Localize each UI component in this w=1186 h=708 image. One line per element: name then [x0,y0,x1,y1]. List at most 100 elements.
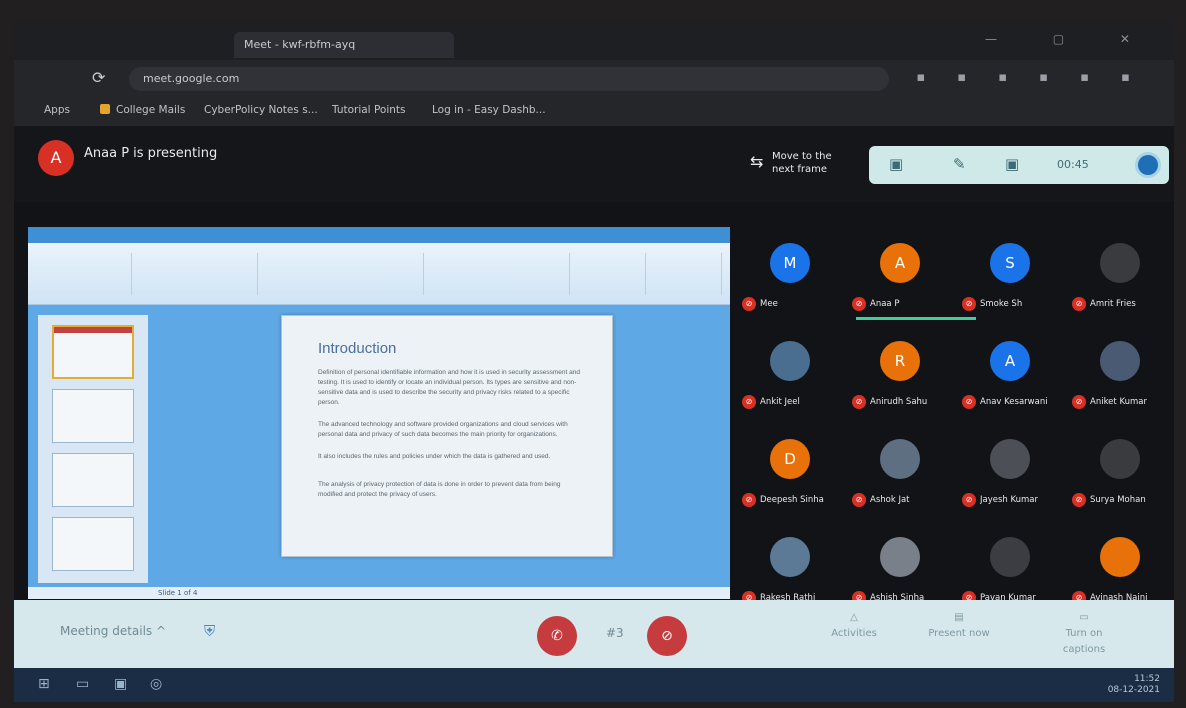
participant-name: Jayesh Kumar [980,495,1039,505]
mic-off-icon: ⊘ [962,493,976,507]
cc-icon: ▭ [1079,612,1089,623]
thumb-bar [54,327,132,333]
participant-tile[interactable]: ⊘ Aniket Kumar [1066,325,1174,421]
bookmark-college-mails[interactable]: College Mails [100,104,185,116]
tab-active[interactable]: Meet - kwf-rbfm-ayq [234,32,454,58]
participant-avatar: A [990,341,1030,381]
present-icon: ▤ [954,612,964,623]
participant-avatar [990,439,1030,479]
participant-name: Mee [760,299,778,309]
extensions-icons[interactable]: ▪ ▪ ▪ ▪ ▪ ▪ [916,70,1144,85]
participant-name: Ashok Jat [870,495,910,505]
windows-taskbar: ⊞ ▭ ▣ ◎ 11:52 08-12-2021 [14,668,1174,702]
participant-name: Smoke Sh [980,299,1023,309]
mic-off-icon: ⊘ [1072,297,1086,311]
timer-label: 00:45 [1057,158,1089,171]
participant-name: Ankit Jeel [760,397,800,407]
participant-name: Amrit Fries [1090,299,1136,309]
participant-avatar [770,537,810,577]
mic-off-icon: ⊘ [962,297,976,311]
presentation-controls: ▣ ✎ ▣ 00:45 [869,146,1169,184]
slide-thumb[interactable] [52,453,134,507]
move-frame-label[interactable]: Move to the next frame [772,150,832,176]
mic-off-icon: ⊘ [1072,395,1086,409]
tray-date: 08-12-2021 [1107,685,1160,695]
slide-bullet: The advanced technology and software pro… [318,421,568,438]
participant-tile[interactable]: M ⊘ Mee [736,227,844,323]
grid-icon[interactable]: ▣ [889,155,903,173]
mic-off-icon: ⊘ [1072,493,1086,507]
participant-tile[interactable]: S ⊘ Smoke Sh [956,227,1064,323]
mic-off-icon: ⊘ [852,395,866,409]
tray-time: 11:52 [1134,674,1160,684]
slide-thumb[interactable] [52,389,134,443]
participant-tile[interactable]: ⊘ Ankit Jeel [736,325,844,421]
slide-thumb[interactable] [52,325,134,379]
bookmark-login[interactable]: Log in - Easy Dashb... [432,104,546,116]
bookmark-tutorial-points[interactable]: Tutorial Points [332,104,405,116]
participant-avatar [1100,537,1140,577]
mic-off-icon: ⊘ [852,297,866,311]
participant-tile[interactable]: A ⊘ Anav Kesarwani [956,325,1064,421]
slide-bullet: It also includes the rules and policies … [318,453,551,460]
participant-avatar [1100,439,1140,479]
address-bar[interactable]: meet.google.com [129,67,889,91]
activities-icon: △ [850,612,858,623]
participant-grid: M ⊘ Mee A ⊘ Anaa P S ⊘ Smoke Sh ⊘ Amrit Fries ⊘ Anki… [736,227,1174,625]
ribbon-editing[interactable] [652,253,722,295]
participant-name: Anirudh Sahu [870,397,928,407]
present-now-button[interactable]: ▤ Present now [914,610,1004,642]
participant-tile[interactable]: ⊘ Jayesh Kumar [956,423,1064,519]
captions-button[interactable]: ▭ Turn on captions [1044,610,1124,658]
bookmark-apps[interactable]: Apps [44,104,70,116]
ribbon-font[interactable] [264,253,424,295]
participant-tile[interactable]: ⊘ Amrit Fries [1066,227,1174,323]
slide-title: Introduction [318,340,397,357]
activities-button[interactable]: △ Activities [824,610,884,642]
slide-bullet: Definition of personal identifiable info… [318,369,580,406]
window-controls[interactable]: — ▢ ✕ [985,32,1156,46]
participant-tile[interactable]: A ⊘ Anaa P [846,227,954,323]
participant-tile[interactable]: D ⊘ Deepesh Sinha [736,423,844,519]
leave-call-button[interactable]: ✆ [537,616,577,656]
bookmarks-bar: Apps College Mails CyberPolicy Notes s..… [14,96,1174,126]
shared-screen: Introduction Definition of personal iden… [28,227,730,599]
address-row: ⟳ meet.google.com ▪ ▪ ▪ ▪ ▪ ▪ [14,60,1174,96]
ribbon-paragraph[interactable] [430,253,570,295]
start-icon[interactable]: ⊞ [38,676,50,692]
mic-off-icon: ⊘ [962,395,976,409]
stop-presenting-button[interactable] [1135,152,1161,178]
participant-name: Aniket Kumar [1090,397,1147,407]
slide-thumb[interactable] [52,517,134,571]
participant-avatar: R [880,341,920,381]
chrome-icon[interactable]: ◎ [150,676,162,692]
taskview-icon[interactable]: ▭ [76,676,89,692]
explorer-icon[interactable]: ▣ [114,676,127,692]
browser-tab-bar: Meet - kwf-rbfm-ayq — ▢ ✕ [14,22,1174,60]
presenting-label: Anaa P is presenting [84,146,218,161]
camera-off-button[interactable]: ⊘ [647,616,687,656]
page-indicator: #3 [606,626,624,640]
powerpoint-titlebar [28,227,730,243]
mic-off-icon: ⊘ [742,493,756,507]
participant-tile[interactable]: ⊘ Surya Mohan [1066,423,1174,519]
meeting-details-button[interactable]: Meeting details ^ [60,624,166,638]
ribbon-slides[interactable] [138,253,258,295]
participant-tile[interactable]: R ⊘ Anirudh Sahu [846,325,954,421]
mic-off-icon: ⊘ [742,395,756,409]
move-frame-icon[interactable]: ⇆ [750,152,763,171]
mic-off-icon: ⊘ [742,297,756,311]
system-tray[interactable]: 11:52 08-12-2021 [1108,674,1160,696]
bookmark-cyberpolicy[interactable]: CyberPolicy Notes s... [204,104,318,116]
shield-icon[interactable]: ⛨ [204,622,215,640]
participant-name: Surya Mohan [1090,495,1146,505]
participant-avatar [990,537,1030,577]
participant-tile[interactable]: ⊘ Ashok Jat [846,423,954,519]
captions-icon[interactable]: ▣ [1005,155,1019,173]
ribbon-drawing[interactable] [576,253,646,295]
ribbon-clipboard[interactable] [42,253,132,295]
pen-icon[interactable]: ✎ [953,155,966,173]
current-slide: Introduction Definition of personal iden… [281,315,613,557]
meet-bottom-bar: Meeting details ^ ⛨ ✆ #3 ⊘ △ Activities ▤… [14,600,1174,668]
reload-icon[interactable]: ⟳ [92,68,105,87]
